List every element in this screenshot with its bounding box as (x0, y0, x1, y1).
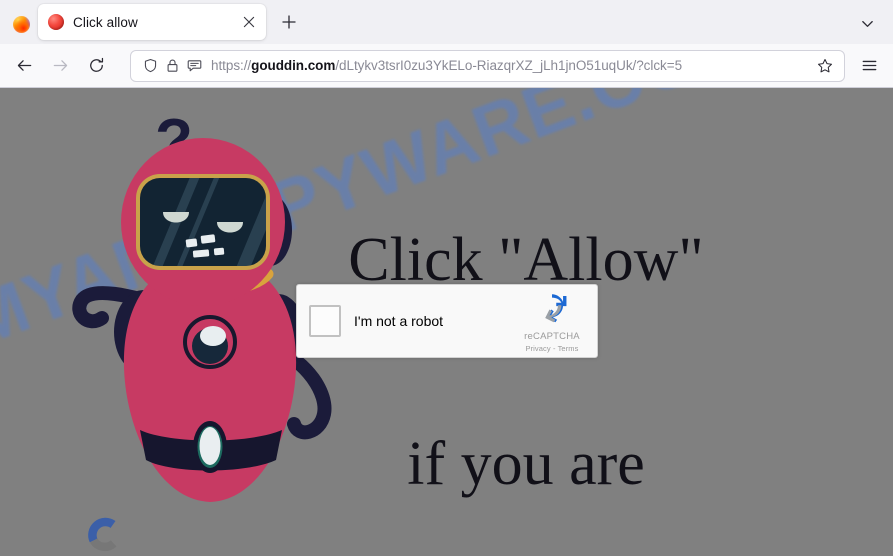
red-circle-favicon-icon (48, 14, 64, 30)
back-button[interactable] (8, 50, 40, 82)
url-path: /dLtykv3tsrI0zu3YkELo-RiazqrXZ_jLh1jnO51… (335, 58, 683, 73)
recaptcha-logo-icon (535, 290, 569, 329)
page-viewport: Click "Allow" if you are not a robot MYA… (0, 88, 893, 556)
url-text[interactable]: https://gouddin.com/dLtykv3tsrI0zu3YkELo… (211, 58, 812, 73)
recaptcha-checkbox-area[interactable]: I'm not a robot (297, 305, 513, 337)
hamburger-menu-button[interactable] (853, 50, 885, 82)
recaptcha-brand-text: reCAPTCHA (524, 330, 580, 342)
firefox-logo-icon (12, 15, 30, 33)
close-icon[interactable] (238, 11, 260, 33)
padlock-icon[interactable] (161, 55, 183, 77)
browser-window: Click allow https://gouddin.com/dLtykv3t… (0, 0, 893, 556)
recaptcha-legal-text[interactable]: Privacy - Terms (525, 344, 578, 353)
list-all-tabs-button[interactable] (851, 7, 883, 39)
shield-icon[interactable] (139, 55, 161, 77)
reader-mode-icon[interactable] (183, 55, 205, 77)
firefox-app-icon (4, 4, 38, 44)
url-scheme: https:// (211, 58, 252, 73)
recaptcha-widget[interactable]: I'm not a robot reCAPTCHA Privacy - Term… (296, 284, 598, 358)
recaptcha-label: I'm not a robot (354, 313, 444, 329)
browser-tab[interactable]: Click allow (38, 4, 266, 40)
star-icon[interactable] (812, 53, 838, 79)
forward-button[interactable] (44, 50, 76, 82)
navigation-toolbar: https://gouddin.com/dLtykv3tsrI0zu3YkELo… (0, 44, 893, 88)
tab-strip: Click allow (0, 0, 893, 44)
recaptcha-checkbox[interactable] (309, 305, 341, 337)
url-domain: gouddin.com (251, 58, 336, 73)
tab-title: Click allow (73, 14, 138, 30)
c-loading-spinner (84, 515, 122, 553)
reload-button[interactable] (80, 50, 112, 82)
recaptcha-branding: reCAPTCHA Privacy - Terms (513, 290, 597, 353)
new-tab-button[interactable] (272, 5, 306, 39)
url-bar[interactable]: https://gouddin.com/dLtykv3tsrI0zu3YkELo… (130, 49, 845, 82)
